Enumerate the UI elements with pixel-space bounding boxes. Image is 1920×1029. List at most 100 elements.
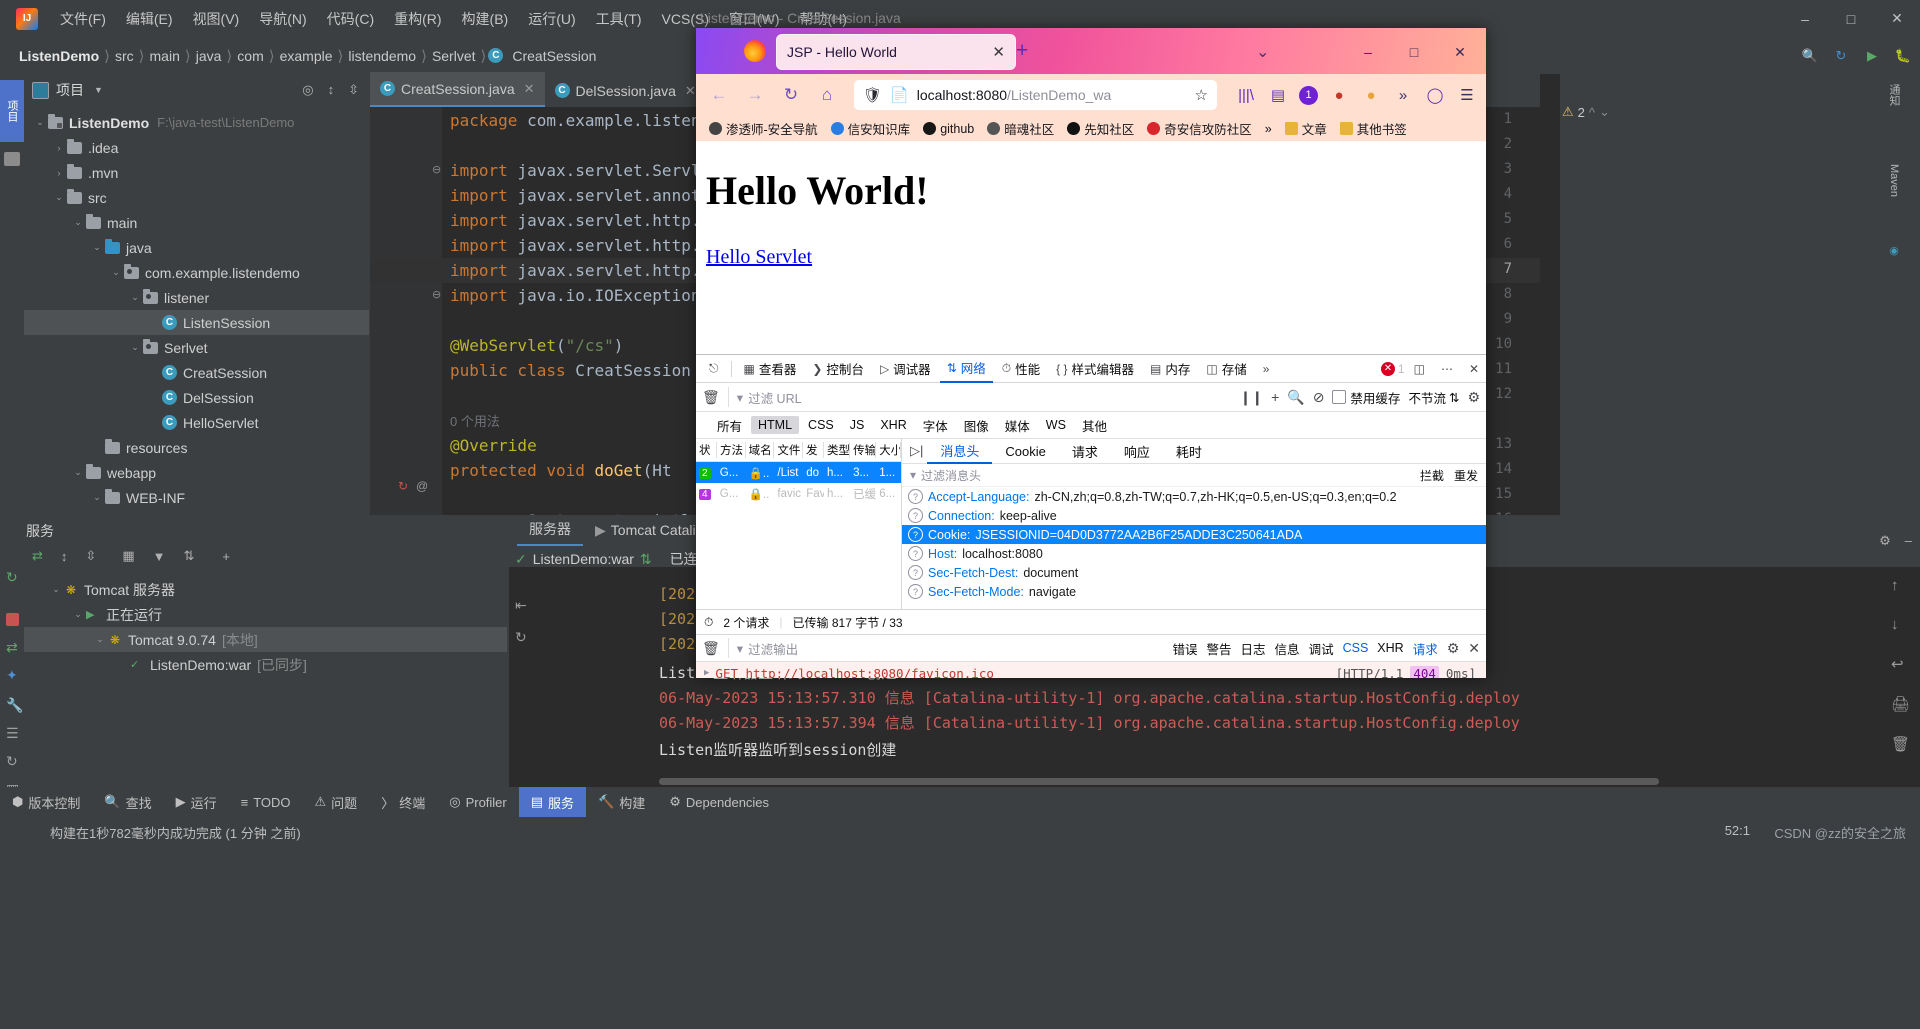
project-tree[interactable]: ⌄ ListenDemo F:\java-test\ListenDemo › .idea…	[24, 106, 369, 535]
project-tree-node[interactable]: › .idea	[24, 135, 369, 160]
bookmarks-overflow-icon[interactable]: »	[1260, 120, 1277, 138]
scroll-up-icon[interactable]: ⇤	[515, 597, 527, 614]
breadcrumb-java[interactable]: java	[193, 48, 225, 64]
tree-toggle-icon[interactable]: ⌄	[127, 342, 143, 353]
reload-icon[interactable]: ↻	[776, 80, 806, 110]
project-tree-node[interactable]: ⌄ Serlvet	[24, 335, 369, 360]
tree-toggle-icon[interactable]: ⌄	[92, 634, 108, 645]
devtools-dock-button[interactable]: ◫	[1407, 355, 1432, 382]
close-icon[interactable]: ✕	[685, 83, 696, 99]
deploy-icon[interactable]: ⇄	[6, 639, 18, 656]
project-tree-node[interactable]: › .mvn	[24, 160, 369, 185]
tree-toggle-icon[interactable]: ⌄	[89, 492, 105, 503]
devtools-meatball-menu[interactable]: ⋯	[1434, 355, 1460, 382]
status-item-todo[interactable]: ≡ TODO	[229, 787, 303, 817]
locate-icon[interactable]: ◎	[302, 82, 313, 98]
maximize-button[interactable]: □	[1392, 38, 1436, 66]
project-tree-node[interactable]: ⌄ listener	[24, 285, 369, 310]
project-tree-node[interactable]: ⌄ main	[24, 210, 369, 235]
settings-gear-icon[interactable]: ⚙	[1447, 640, 1460, 657]
chevron-down-icon[interactable]: ⌄	[1599, 104, 1610, 120]
help-icon[interactable]: ?	[908, 546, 923, 561]
shield-icon[interactable]: 🛡	[863, 86, 882, 104]
services-tree-node[interactable]: ⌄ ❋ Tomcat 9.0.74 [本地]	[24, 627, 507, 652]
menu-item-build[interactable]: 构建(B)	[452, 5, 519, 33]
editor-tab-creatsession[interactable]: C CreatSession.java ✕	[370, 72, 545, 107]
network-request-rows[interactable]: 2 G... 🔒.. /List do h... 3... 1... 4 G... 🔒.. favic…	[696, 462, 901, 504]
forward-icon[interactable]: →	[740, 80, 770, 110]
network-type-filter-WS[interactable]: WS	[1039, 416, 1073, 434]
status-item-version-control[interactable]: ⬢ 版本控制	[0, 787, 92, 817]
request-header-row[interactable]: ? Sec-Fetch-Mode: navigate	[902, 582, 1486, 601]
close-icon[interactable]: ✕	[992, 43, 1005, 61]
disable-cache-checkbox[interactable]: 禁用缓存	[1332, 388, 1400, 407]
console-level-errors[interactable]: 错误	[1173, 639, 1198, 658]
network-type-filter-所有[interactable]: 所有	[710, 414, 749, 437]
devtools-tab-debugger[interactable]: ▷ 调试器	[873, 355, 938, 382]
pause-icon[interactable]: ❙❙	[1240, 389, 1263, 406]
home-icon[interactable]: ⌂	[812, 80, 842, 110]
devtools-tab-network[interactable]: ⇅ 网络	[939, 354, 993, 383]
status-item-dependencies[interactable]: ⚙ Dependencies	[657, 787, 781, 817]
console-filter-requests[interactable]: 请求	[1413, 639, 1438, 658]
request-column-header[interactable]: 域名	[746, 442, 775, 458]
request-header-row[interactable]: ? Connection: keep-alive	[902, 506, 1486, 525]
rerun-icon[interactable]: ↻	[6, 569, 18, 586]
close-icon[interactable]: ✕	[524, 81, 535, 97]
request-detail-tab-消息头[interactable]: 消息头	[927, 438, 993, 464]
devtools-tab-console[interactable]: ❯ 控制台	[805, 355, 871, 382]
project-tree-node[interactable]: ⌄ ListenDemo F:\java-test\ListenDemo	[24, 110, 369, 135]
request-header-row[interactable]: ? Sec-Fetch-Dest: document	[902, 563, 1486, 582]
breadcrumb-main[interactable]: main	[147, 48, 183, 64]
console-level-logs[interactable]: 日志	[1241, 639, 1266, 658]
project-tree-node[interactable]: C DelSession	[24, 385, 369, 410]
help-icon[interactable]: ?	[908, 584, 923, 599]
network-request-row[interactable]: 2 G... 🔒.. /List do h... 3... 1...	[696, 462, 901, 483]
project-tree-node[interactable]: C CreatSession	[24, 360, 369, 385]
resend-request-button[interactable]: 重发	[1454, 467, 1478, 484]
help-icon[interactable]: ?	[908, 565, 923, 580]
close-button[interactable]: ✕	[1874, 0, 1920, 37]
menu-item-refactor[interactable]: 重构(R)	[384, 5, 451, 33]
minimize-button[interactable]: –	[1782, 0, 1828, 37]
group-icon[interactable]: ▦	[114, 548, 134, 564]
services-tree[interactable]: ⌄ ❋ Tomcat 服务器 ⌄ ▶ 正在运行 ⌄ ❋ Tomcat 9.0.74 [本地] ✓ Li…	[24, 577, 507, 677]
tree-toggle-icon[interactable]: ⌄	[108, 267, 124, 278]
block-icon[interactable]: ⊘	[1313, 389, 1325, 406]
devtools-tab-style-editor[interactable]: { } 样式编辑器	[1049, 355, 1141, 382]
trash-icon[interactable]: 🗑	[702, 640, 720, 657]
throttling-dropdown[interactable]: 不节流 ⇅	[1408, 388, 1459, 407]
devtools-tab-memory[interactable]: ▤ 内存	[1143, 355, 1197, 382]
redeploy-icon[interactable]: ↻	[515, 629, 527, 646]
close-icon[interactable]: ✕	[1468, 640, 1480, 657]
project-tree-node[interactable]: ⌄ src	[24, 185, 369, 210]
fold-icon[interactable]: ⊖	[432, 163, 441, 176]
devtools-tab-overflow[interactable]: »	[1256, 355, 1277, 382]
help-icon[interactable]: ?	[908, 508, 923, 523]
network-type-filter-其他[interactable]: 其他	[1075, 414, 1114, 437]
request-column-header[interactable]: 方法	[717, 442, 746, 458]
project-tree-node[interactable]: C HelloServlet	[24, 410, 369, 435]
status-item-profiler[interactable]: ◎ Profiler	[437, 787, 519, 817]
request-column-header[interactable]: 大小	[876, 442, 902, 458]
menu-item-code[interactable]: 代码(C)	[317, 5, 384, 33]
fold-icon[interactable]: ⊖	[432, 288, 441, 301]
settings-sync-icon[interactable]: ✦	[6, 667, 18, 684]
stop-icon[interactable]	[6, 613, 19, 626]
console-level-info[interactable]: 信息	[1275, 639, 1300, 658]
inspection-status-badge[interactable]: ⚠ 2 ^ ⌄	[1562, 104, 1610, 120]
services-tree-node[interactable]: ⌄ ▶ 正在运行	[24, 602, 507, 627]
network-type-filter-JS[interactable]: JS	[843, 416, 872, 434]
account-badge-icon[interactable]: 1	[1299, 85, 1318, 105]
hide-window-icon[interactable]: –	[1905, 533, 1912, 549]
toolwindow-tab-maven[interactable]: Maven	[1870, 164, 1918, 197]
new-tab-button[interactable]: +	[1016, 40, 1028, 61]
breadcrumb-src[interactable]: src	[112, 48, 137, 64]
request-column-header[interactable]: 传输	[850, 442, 877, 458]
tree-toggle-icon[interactable]: ⌄	[127, 292, 143, 303]
console-filter-input[interactable]: ▾ 过滤输出	[727, 638, 1165, 658]
console-level-debug[interactable]: 调试	[1309, 639, 1334, 658]
status-item-terminal[interactable]: 〉 终端	[369, 787, 437, 817]
bookmark-item[interactable]: 暗魂社区	[982, 117, 1059, 140]
status-item-find[interactable]: 🔍 查找	[92, 787, 163, 817]
